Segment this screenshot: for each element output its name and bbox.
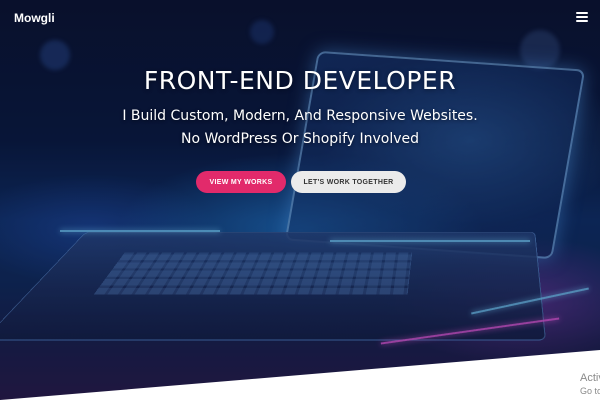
lets-work-together-button[interactable]: LET'S WORK TOGETHER (291, 171, 406, 193)
watermark-line1: Activ (580, 372, 600, 384)
hero-overlay (0, 0, 600, 400)
brand-logo[interactable]: Mowgli (14, 11, 55, 25)
hamburger-menu-icon[interactable] (576, 12, 588, 23)
hero-section: Mowgli FRONT-END DEVELOPER I Build Custo… (0, 0, 600, 400)
view-my-works-button[interactable]: VIEW MY WORKS (196, 171, 286, 193)
hero-subtitle-line2: No WordPress Or Shopify Involved (180, 131, 420, 147)
hero-subtitle-line1: I Build Custom, Modern, And Responsive W… (122, 108, 478, 124)
activation-watermark: Activ Go to (580, 372, 600, 398)
hero-title: FRONT-END DEVELOPER (143, 66, 457, 95)
watermark-line2: Go to (580, 386, 600, 396)
